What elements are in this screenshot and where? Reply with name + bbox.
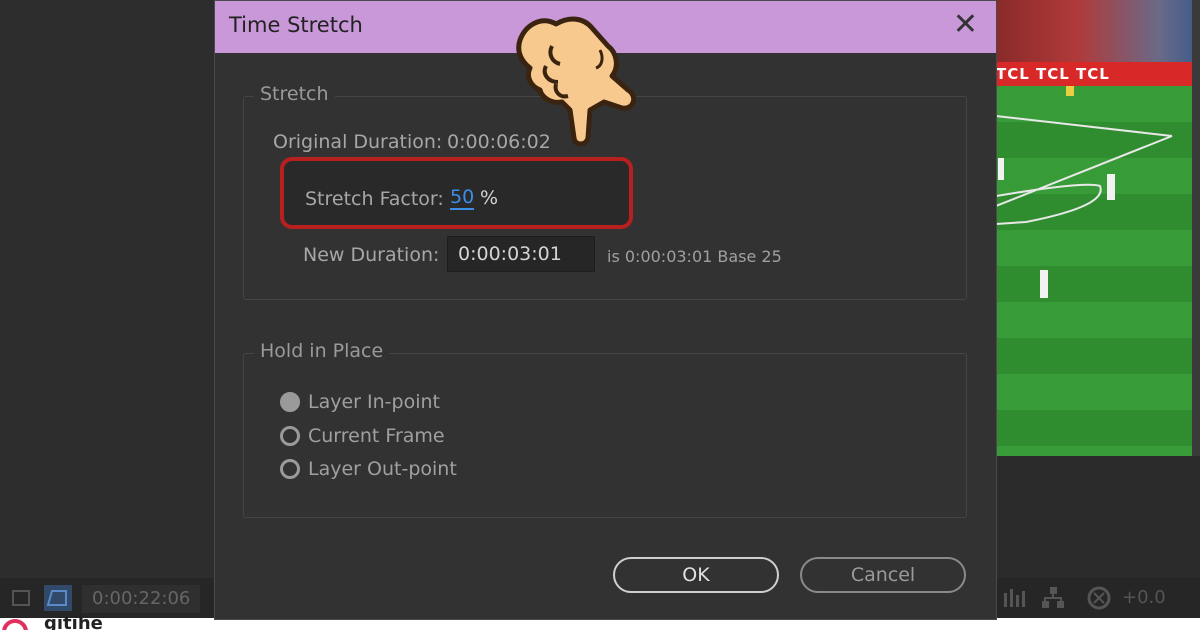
mask-icon[interactable] xyxy=(42,585,72,611)
new-duration-info: is 0:00:03:01 Base 25 xyxy=(607,247,782,266)
stretch-factor-input[interactable]: 50 xyxy=(450,186,475,210)
graph-icon[interactable] xyxy=(1000,585,1026,611)
hold-in-place-legend: Hold in Place xyxy=(254,340,390,362)
cancel-button[interactable]: Cancel xyxy=(800,557,966,593)
radio-layer-out-point[interactable]: Layer Out-point xyxy=(280,458,457,480)
right-scrollbar[interactable] xyxy=(1192,0,1200,456)
stretch-group-legend: Stretch xyxy=(254,83,335,105)
current-timecode[interactable]: 0:00:22:06 xyxy=(82,585,200,613)
stadium-stands xyxy=(996,0,1200,66)
radio-selected-icon[interactable] xyxy=(280,392,300,412)
layer-icon[interactable] xyxy=(10,585,36,611)
advertising-board: TCL TCL TCL xyxy=(996,62,1200,86)
exposure-icon[interactable] xyxy=(1086,585,1112,611)
radio-layer-in-point[interactable]: Layer In-point xyxy=(280,391,440,413)
left-panel-background xyxy=(0,0,215,630)
exposure-value[interactable]: +0.0 xyxy=(1122,587,1166,608)
advertising-board-text: TCL TCL TCL xyxy=(996,65,1110,83)
watermark-logo-icon xyxy=(2,618,28,630)
new-duration-field[interactable]: 0:00:03:01 xyxy=(447,236,595,272)
radio-label: Layer Out-point xyxy=(308,458,457,480)
close-icon[interactable]: ✕ xyxy=(953,10,978,40)
dialog-title: Time Stretch xyxy=(229,13,363,37)
pitch-lines xyxy=(996,86,1173,298)
hierarchy-icon[interactable] xyxy=(1040,585,1066,611)
stretch-factor-label: Stretch Factor: xyxy=(305,188,444,210)
radio-label: Layer In-point xyxy=(308,391,440,413)
radio-current-frame[interactable]: Current Frame xyxy=(280,425,445,447)
original-duration-label: Original Duration: xyxy=(273,131,443,153)
project-panel xyxy=(0,0,215,578)
video-preview: TCL TCL TCL xyxy=(996,0,1200,456)
new-duration-label: New Duration: xyxy=(303,244,440,266)
stretch-factor-unit: % xyxy=(480,187,499,209)
watermark-text: gitihe xyxy=(44,614,103,630)
radio-unselected-icon[interactable] xyxy=(280,459,300,479)
radio-label: Current Frame xyxy=(308,425,445,447)
radio-unselected-icon[interactable] xyxy=(280,426,300,446)
pointing-hand-icon xyxy=(516,16,637,147)
ok-button[interactable]: OK xyxy=(613,557,779,593)
